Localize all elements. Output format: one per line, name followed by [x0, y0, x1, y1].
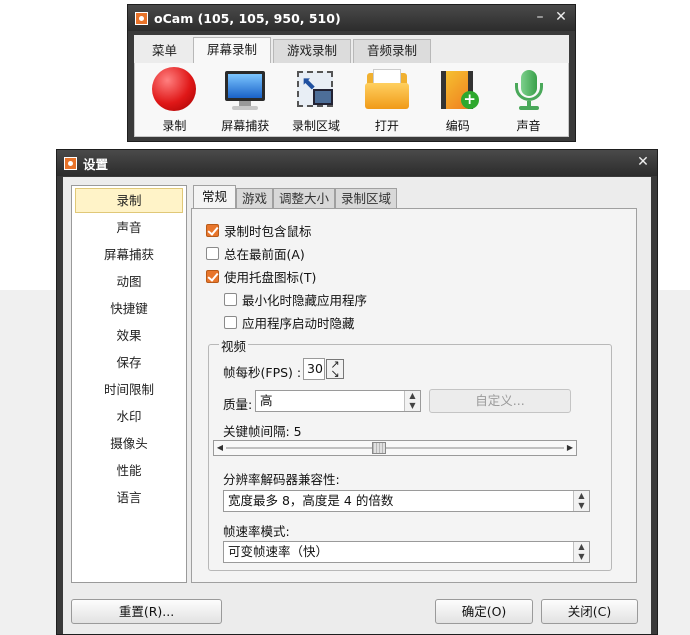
ok-button[interactable]: 确定(O)	[435, 599, 533, 624]
general-tab-panel: 录制时包含鼠标 总在最前面(A) 使用托盘图标(T) 最小化时隐藏应用程序 应用…	[191, 208, 637, 583]
encode-icon: +	[435, 69, 481, 111]
quality-label: 质量:	[223, 397, 253, 412]
settings-body: 录制 声音 屏幕捕获 动图 快捷键 效果 保存 时间限制 水印 摄像头 性能 语…	[63, 177, 651, 634]
slider-thumb[interactable]	[372, 442, 386, 454]
tray-icon-option[interactable]: 使用托盘图标(T)	[206, 267, 316, 286]
category-effects[interactable]: 效果	[75, 323, 183, 348]
sound-label: 声音	[516, 119, 541, 133]
hide-on-minimize-checkbox[interactable]	[224, 293, 237, 306]
tab-audio-record[interactable]: 音频录制	[353, 39, 432, 63]
tab-resize[interactable]: 调整大小	[273, 188, 336, 209]
codec-compat-select[interactable]: 宽度最多 8，高度是 4 的倍数 ▲ ▼	[223, 490, 590, 512]
slider-right-arrow-icon[interactable]: ▶	[564, 441, 576, 455]
framerate-mode-value: 可变帧速率（快）	[228, 544, 329, 559]
quality-select[interactable]: 高 ▲ ▼	[255, 390, 421, 412]
screen-capture-button[interactable]: 屏幕捕获	[210, 63, 280, 136]
framerate-mode-select[interactable]: 可变帧速率（快） ▲ ▼	[223, 541, 590, 563]
chevron-updown-icon[interactable]: ▲ ▼	[404, 391, 420, 411]
hide-on-minimize-label: 最小化时隐藏应用程序	[242, 293, 368, 308]
always-on-top-label: 总在最前面(A)	[224, 247, 305, 262]
slider-track	[226, 447, 564, 449]
codec-compat-label: 分辨率解码器兼容性:	[223, 472, 340, 487]
tab-menu[interactable]: 菜单	[138, 39, 191, 63]
custom-quality-button[interactable]: 自定义...	[429, 389, 571, 413]
settings-tab-strip: 常规 游戏 调整大小 录制区域	[193, 185, 398, 209]
category-watermark[interactable]: 水印	[75, 404, 183, 429]
settings-titlebar[interactable]: 设置 ✕	[57, 150, 657, 176]
keyframe-slider[interactable]: ◀ ▶	[213, 440, 577, 456]
tab-game-record[interactable]: 游戏录制	[273, 39, 352, 63]
fps-spinner-icon[interactable]: ↗ ↘	[326, 359, 344, 379]
settings-tabs-area: 常规 游戏 调整大小 录制区域 录制时包含鼠标 总在最前面(A) 使用托盘图标(…	[191, 185, 637, 583]
video-group-label: 视频	[219, 336, 249, 355]
ocam-window: oCam (105, 105, 950, 510) – ✕ 菜单 屏幕录制 游戏…	[127, 4, 576, 142]
encode-label: 编码	[445, 119, 470, 133]
ocam-titlebar[interactable]: oCam (105, 105, 950, 510) – ✕	[128, 5, 575, 31]
include-cursor-label: 录制时包含鼠标	[224, 224, 312, 239]
fps-input[interactable]: 30	[303, 358, 325, 380]
tray-icon-checkbox[interactable]	[206, 270, 219, 283]
settings-title: 设置	[83, 156, 109, 172]
close-icon[interactable]: ✕	[634, 153, 652, 171]
hide-on-minimize-option[interactable]: 最小化时隐藏应用程序	[224, 290, 367, 309]
chevron-updown-icon[interactable]: ▲ ▼	[573, 491, 589, 511]
encode-button[interactable]: + 编码	[423, 63, 493, 136]
microphone-icon	[506, 69, 552, 111]
record-button[interactable]: 录制	[139, 63, 209, 136]
keyframe-interval-label: 关键帧间隔: 5	[223, 424, 302, 439]
slider-left-arrow-icon[interactable]: ◀	[214, 441, 226, 455]
tab-game[interactable]: 游戏	[236, 188, 274, 209]
quality-value: 高	[260, 393, 273, 408]
minimize-icon[interactable]: –	[531, 8, 549, 26]
framerate-mode-label: 帧速率模式:	[223, 524, 290, 539]
close-button[interactable]: 关闭(C)	[541, 599, 638, 624]
record-area-label: 录制区域	[292, 119, 341, 133]
tab-screen-record[interactable]: 屏幕录制	[193, 37, 272, 63]
open-folder-icon	[364, 69, 410, 111]
screen-capture-label: 屏幕捕获	[221, 119, 270, 133]
include-cursor-checkbox[interactable]	[206, 224, 219, 237]
app-logo-icon	[135, 11, 148, 25]
hide-on-start-label: 应用程序启动时隐藏	[242, 316, 355, 331]
tab-general[interactable]: 常规	[193, 185, 237, 209]
category-save[interactable]: 保存	[75, 350, 183, 375]
open-label: 打开	[374, 119, 399, 133]
main-tab-bar: 菜单 屏幕录制 游戏录制 音频录制	[134, 35, 569, 63]
hide-on-start-option[interactable]: 应用程序启动时隐藏	[224, 313, 355, 332]
category-time-limit[interactable]: 时间限制	[75, 377, 183, 402]
app-logo-icon	[64, 156, 77, 170]
record-label: 录制	[162, 119, 187, 133]
chevron-updown-icon[interactable]: ▲ ▼	[573, 542, 589, 562]
category-hotkeys[interactable]: 快捷键	[75, 296, 183, 321]
record-icon	[151, 67, 197, 111]
window-title: oCam (105, 105, 950, 510)	[154, 10, 341, 26]
always-on-top-option[interactable]: 总在最前面(A)	[206, 244, 305, 263]
tray-icon-label: 使用托盘图标(T)	[224, 270, 317, 285]
category-gif[interactable]: 动图	[75, 269, 183, 294]
codec-compat-value: 宽度最多 8，高度是 4 的倍数	[228, 493, 394, 508]
fps-label: 帧每秒(FPS) :	[223, 365, 302, 380]
category-list: 录制 声音 屏幕捕获 动图 快捷键 效果 保存 时间限制 水印 摄像头 性能 语…	[71, 185, 187, 583]
video-group: 视频 帧每秒(FPS) : 30 ↗ ↘ 质量: 高 ▲ ▼ 自定义... 关键帧间…	[208, 336, 612, 571]
record-area-button[interactable]: ⬉ 录制区域	[281, 63, 351, 136]
category-language[interactable]: 语言	[75, 485, 183, 510]
record-area-icon: ⬉	[293, 69, 339, 111]
settings-dialog: 设置 ✕ 录制 声音 屏幕捕获 动图 快捷键 效果 保存 时间限制 水印 摄像头…	[56, 149, 658, 635]
include-cursor-option[interactable]: 录制时包含鼠标	[206, 221, 312, 240]
always-on-top-checkbox[interactable]	[206, 247, 219, 260]
open-button[interactable]: 打开	[352, 63, 422, 136]
reset-button[interactable]: 重置(R)...	[71, 599, 222, 624]
sound-button[interactable]: 声音	[494, 63, 564, 136]
tab-record-area[interactable]: 录制区域	[335, 188, 398, 209]
category-performance[interactable]: 性能	[75, 458, 183, 483]
category-record[interactable]: 录制	[75, 188, 183, 213]
category-sound[interactable]: 声音	[75, 215, 183, 240]
screen-capture-icon	[222, 69, 268, 111]
hide-on-start-checkbox[interactable]	[224, 316, 237, 329]
category-webcam[interactable]: 摄像头	[75, 431, 183, 456]
category-screen-capture[interactable]: 屏幕捕获	[75, 242, 183, 267]
main-toolbar: 录制 屏幕捕获 ⬉ 录制区域 打开 + 编码 声音	[134, 63, 569, 137]
close-icon[interactable]: ✕	[552, 8, 570, 26]
